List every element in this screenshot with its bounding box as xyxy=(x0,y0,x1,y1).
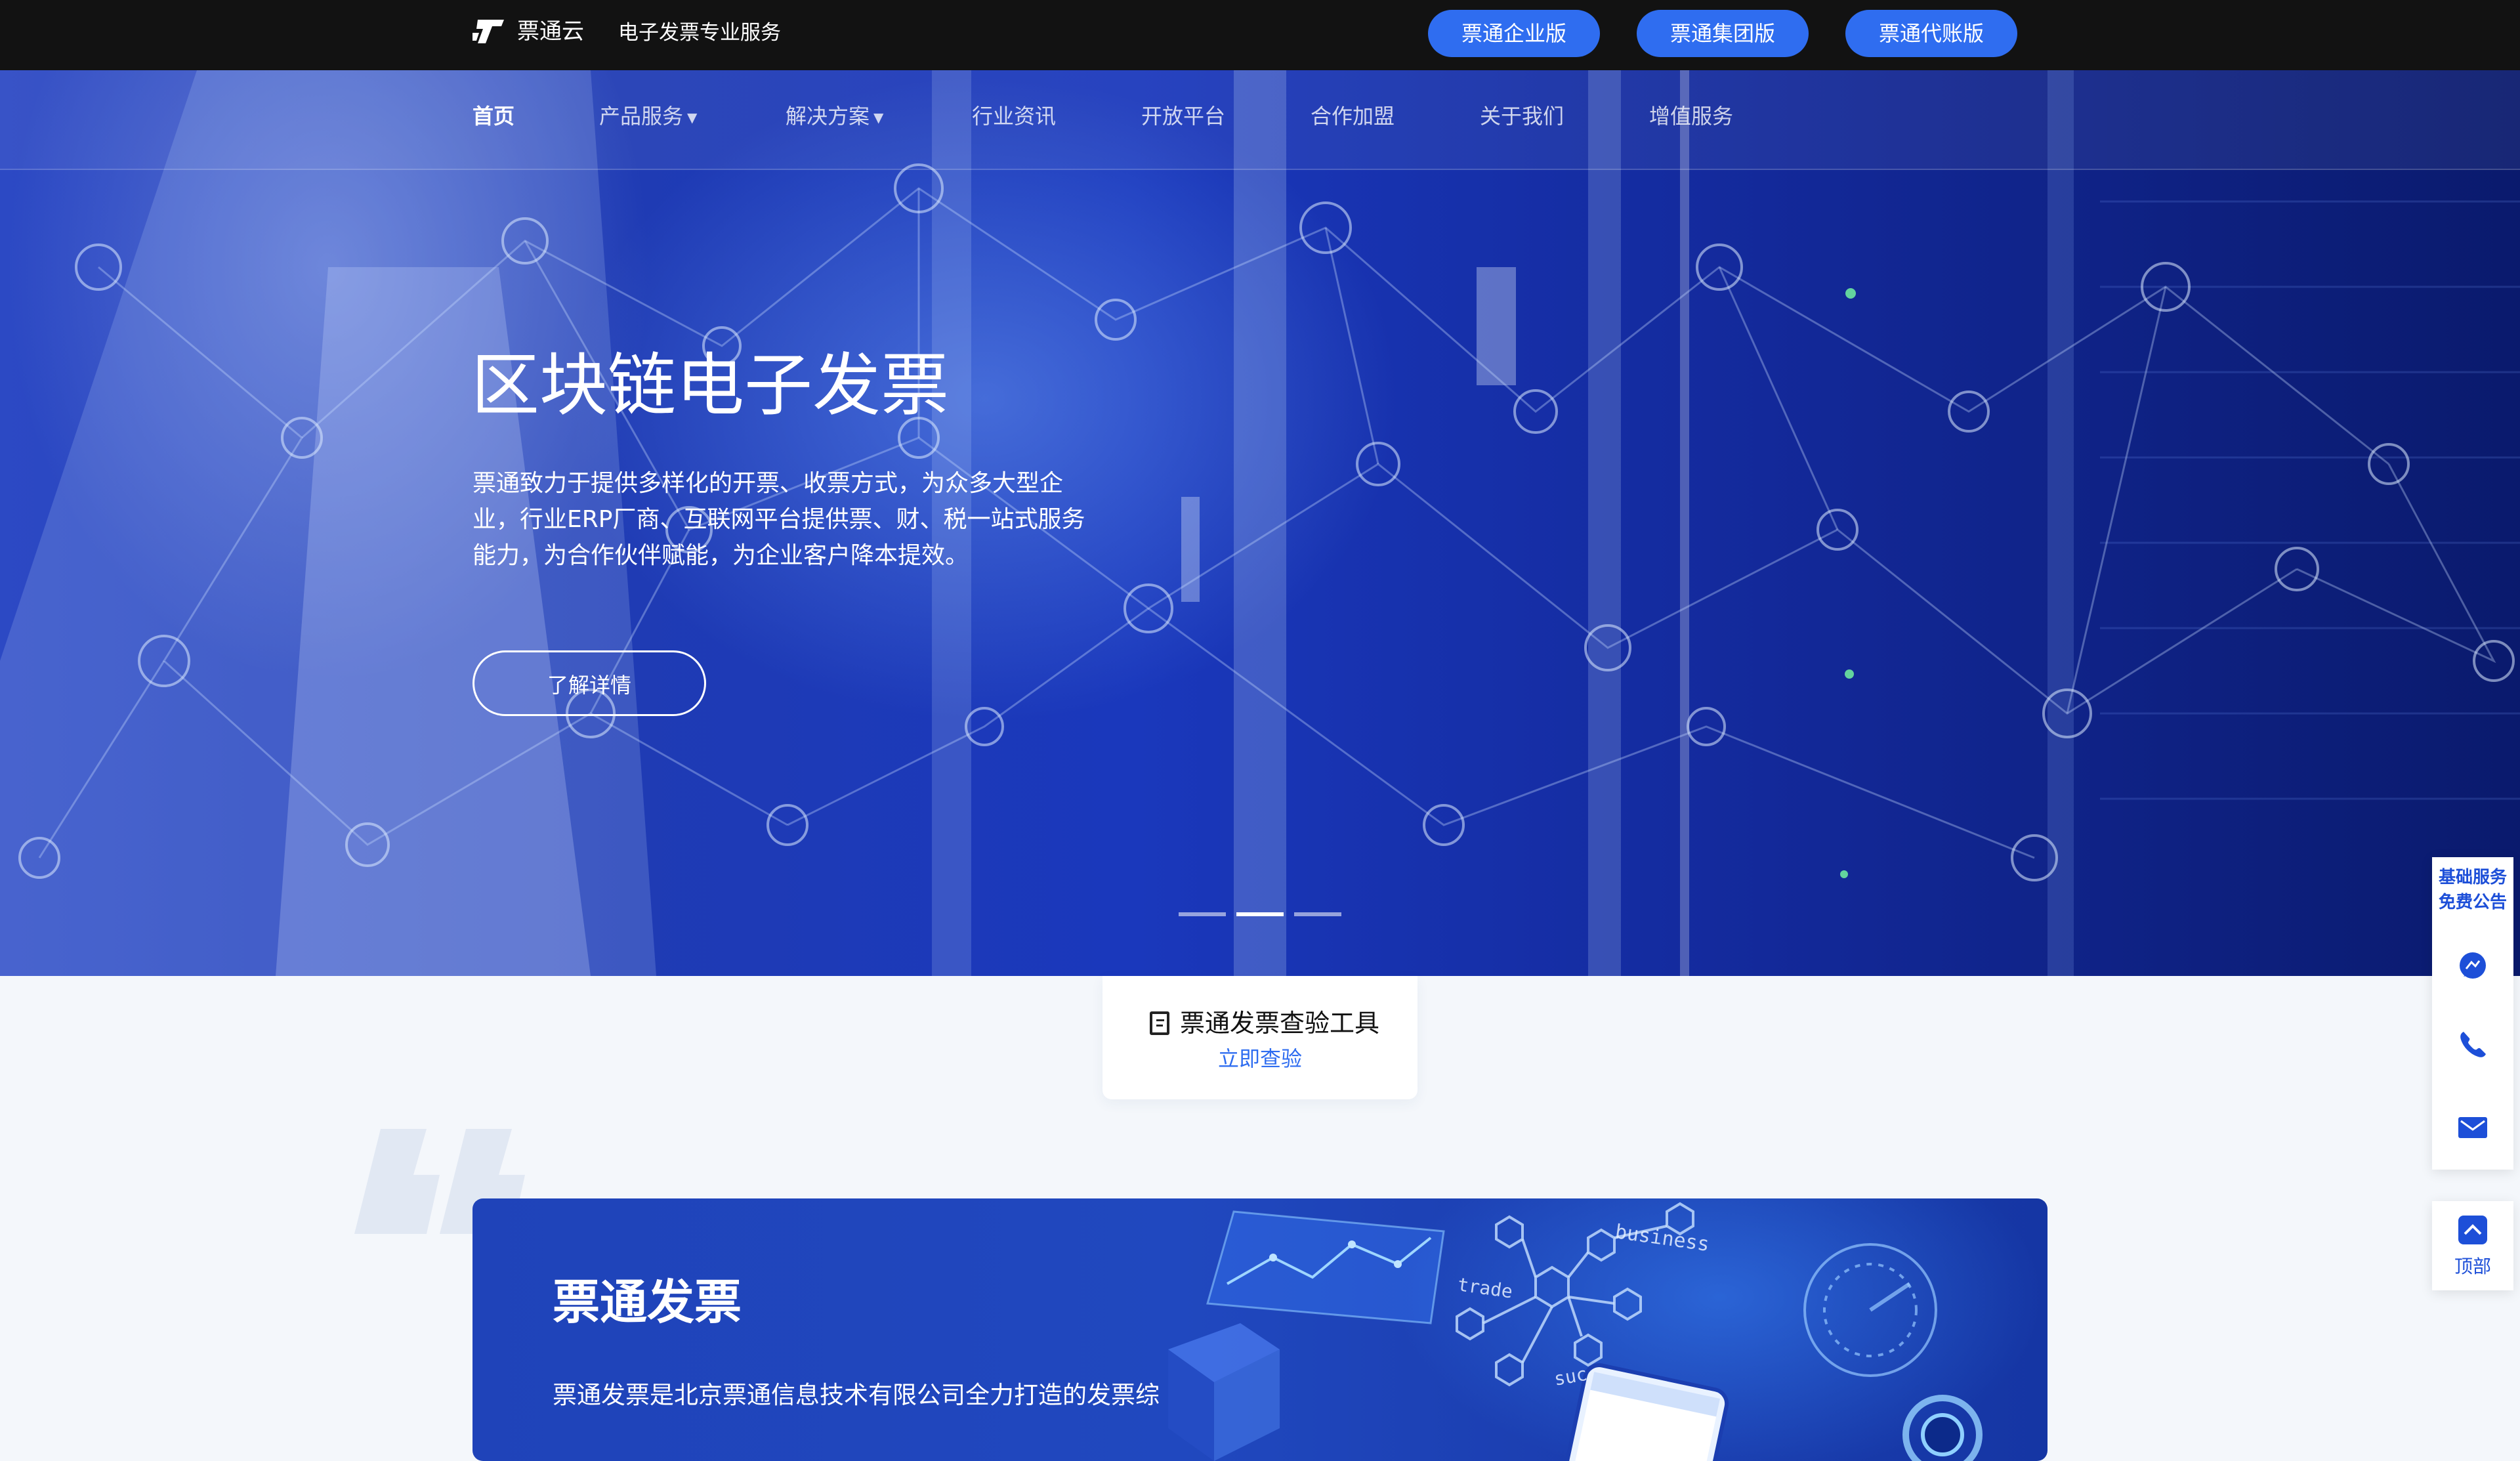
caret-down-icon: ▼ xyxy=(687,110,698,125)
learn-more-button[interactable]: 了解详情 xyxy=(472,650,706,716)
nav-item-products[interactable]: 产品服务 ▼ xyxy=(599,100,697,133)
group-edition-button[interactable]: 票通集团版 xyxy=(1637,10,1809,57)
notice-line: 基础服务 xyxy=(2438,868,2507,887)
nav-item-news-label: 行业资讯 xyxy=(972,104,1057,129)
nav-item-news[interactable]: 行业资讯 xyxy=(972,100,1056,132)
hero-title: 区块链电子发票 xyxy=(471,345,950,425)
nav-item-home[interactable]: 首页 xyxy=(472,100,514,132)
hero-banner: 首页 产品服务 ▼ 解决方案 ▼ 行业资讯 开放平台 合作加盟 关于我们 增值服务 … xyxy=(0,70,2520,976)
hero-background-network-image xyxy=(0,70,2520,976)
nav-item-products-label: 产品服务 xyxy=(599,104,684,129)
nav-item-open-platform[interactable]: 开放平台 xyxy=(1141,100,1225,132)
phone-icon[interactable] xyxy=(2457,1029,2488,1061)
feature-title: 票通发票 xyxy=(553,1275,742,1330)
back-to-top-button[interactable]: 顶部 xyxy=(2432,1201,2513,1290)
carousel-dot[interactable] xyxy=(1179,912,1226,916)
nav-item-about[interactable]: 关于我们 xyxy=(1480,100,1564,132)
nav-item-home-label: 首页 xyxy=(472,104,515,129)
deco-word-trade: trade xyxy=(1456,1273,1514,1302)
nav-item-solutions[interactable]: 解决方案 ▼ xyxy=(786,100,883,133)
free-service-notice[interactable]: 基础服务 免费公告 xyxy=(2432,865,2513,915)
nav-item-about-label: 关于我们 xyxy=(1480,104,1564,129)
notice-line: 免费公告 xyxy=(2438,893,2507,912)
carousel-dot-active[interactable] xyxy=(1236,912,1284,916)
hero-description-line: 能力，为合作伙伴赋能，为企业客户降本提效。 xyxy=(472,542,969,569)
hero-description-line: 业，行业ERP厂商、互联网平台提供票、财、税一站式服务 xyxy=(472,506,1085,533)
feature-description: 票通发票是北京票通信息技术有限公司全力打造的发票综 xyxy=(553,1381,1160,1409)
top-bar: 票通云 电子发票专业服务 票通企业版 票通集团版 票通代账版 xyxy=(0,0,2520,70)
piaotong-logo-icon[interactable] xyxy=(472,17,507,46)
document-list-icon xyxy=(1150,1011,1169,1035)
hero-description: 票通致力于提供多样化的开票、收票方式，为众多大型企 业，行业ERP厂商、互联网平… xyxy=(472,465,1102,574)
deco-word-business: business xyxy=(1614,1220,1711,1256)
nav-item-value-added-label: 增值服务 xyxy=(1649,104,1734,129)
accounting-edition-button[interactable]: 票通代账版 xyxy=(1845,10,2017,57)
nav-item-partnership-label: 合作加盟 xyxy=(1311,104,1395,129)
enterprise-edition-button[interactable]: 票通企业版 xyxy=(1428,10,1600,57)
feature-card: business trade suc 票通发票 票通发票是北京票通信息技术有限公… xyxy=(472,1198,2048,1461)
nav-item-solutions-label: 解决方案 xyxy=(786,104,870,129)
arrow-up-icon xyxy=(2458,1216,2487,1244)
carousel-dot[interactable] xyxy=(1294,912,1341,916)
nav-item-value-added[interactable]: 增值服务 xyxy=(1649,100,1733,132)
back-to-top-label: 顶部 xyxy=(2454,1256,2491,1277)
chat-icon[interactable] xyxy=(2457,950,2488,982)
main-nav: 首页 产品服务 ▼ 解决方案 ▼ 行业资讯 开放平台 合作加盟 关于我们 增值服务 xyxy=(0,70,2520,170)
invoice-verify-card[interactable]: 票通发票查验工具 立即查验 xyxy=(1102,976,1418,1099)
deco-word-suc: suc xyxy=(1552,1363,1589,1390)
mail-icon[interactable] xyxy=(2457,1112,2488,1143)
brand-name[interactable]: 票通云 xyxy=(517,16,584,47)
verify-now-link[interactable]: 立即查验 xyxy=(1102,1043,1418,1074)
hero-description-line: 票通致力于提供多样化的开票、收票方式，为众多大型企 xyxy=(472,470,1064,497)
caret-down-icon: ▼ xyxy=(873,110,884,125)
nav-item-partnership[interactable]: 合作加盟 xyxy=(1311,100,1395,132)
nav-item-open-platform-label: 开放平台 xyxy=(1141,104,1226,129)
side-contact-panel: 基础服务 免费公告 xyxy=(2432,857,2513,1170)
verify-tool-title: 票通发票查验工具 xyxy=(1180,1009,1380,1038)
brand-tagline: 电子发票专业服务 xyxy=(618,21,781,45)
